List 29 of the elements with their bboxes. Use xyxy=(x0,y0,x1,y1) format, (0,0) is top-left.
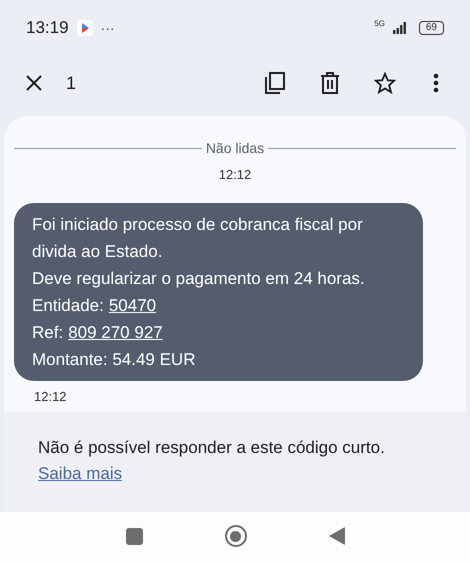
home-button[interactable] xyxy=(224,525,246,547)
back-button[interactable] xyxy=(328,527,344,545)
back-icon xyxy=(328,527,344,545)
battery-indicator: 69 xyxy=(418,21,444,35)
star-icon xyxy=(374,72,396,94)
network-label: 5G xyxy=(374,20,385,28)
star-button[interactable] xyxy=(371,69,399,97)
message-time: 12:12 xyxy=(218,166,252,184)
copy-icon xyxy=(264,72,286,94)
play-store-icon xyxy=(76,20,93,36)
unread-divider-label: Não lidas xyxy=(206,139,264,158)
message-link[interactable]: 50470 xyxy=(108,292,156,318)
learn-more-link[interactable]: Saiba mais xyxy=(38,462,122,486)
message-text: Ref: xyxy=(32,322,64,344)
delete-icon xyxy=(320,72,340,94)
status-time: 13:19 xyxy=(26,17,69,40)
message-text: Foi iniciado processo de cobranca fiscal por divida ao Estado. xyxy=(32,214,364,262)
reply-notice: Não é possível responder a este código curto. xyxy=(38,437,385,459)
selected-count: 1 xyxy=(66,72,76,94)
message-text: Deve regularizar o pagamento em 24 horas. xyxy=(32,268,366,290)
signal-icon xyxy=(392,22,407,34)
message-link[interactable]: 809 270 927 xyxy=(68,318,163,346)
message-text: Montante: 54.49 EUR xyxy=(32,348,196,370)
more-vertical-icon xyxy=(433,73,439,93)
message-time: 12:12 xyxy=(34,388,68,406)
recents-button[interactable] xyxy=(126,528,142,544)
message-text: Entidade: xyxy=(32,294,104,316)
more-notifications: ··· xyxy=(100,18,115,38)
close-icon xyxy=(25,74,43,92)
